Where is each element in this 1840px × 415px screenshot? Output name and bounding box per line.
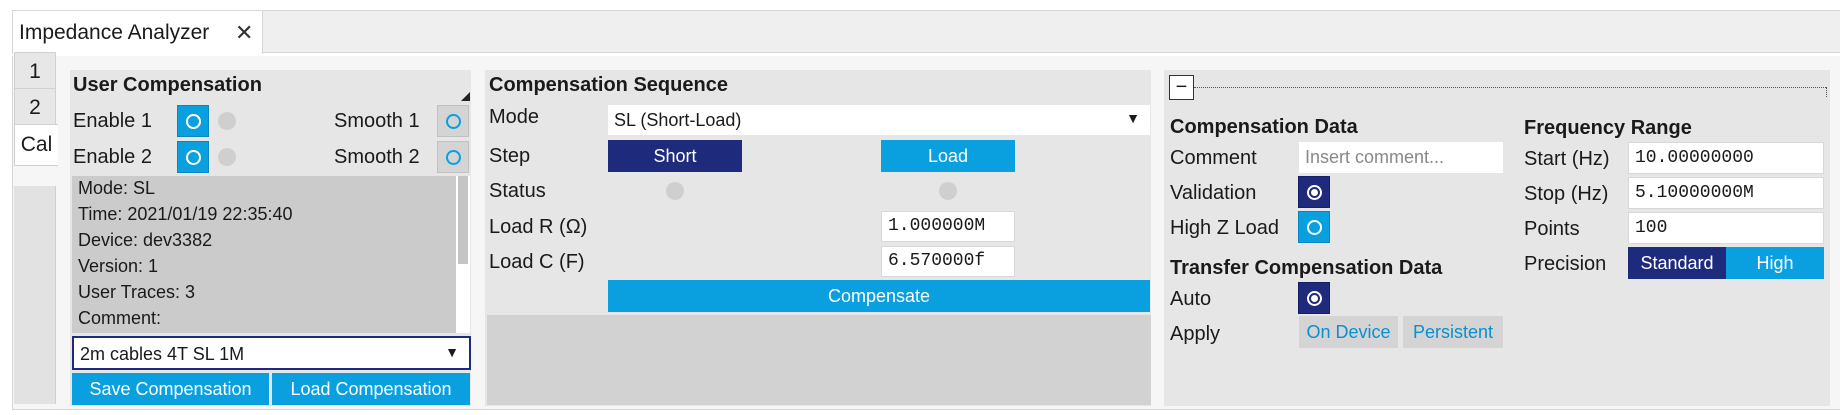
enable2-toggle[interactable] <box>177 141 209 173</box>
start-field[interactable]: 10.00000000 <box>1628 142 1824 174</box>
auto-label: Auto <box>1170 288 1212 310</box>
enable1-toggle[interactable] <box>177 105 209 137</box>
enable2-label: Enable 2 <box>73 146 152 168</box>
load-c-label: Load C (F) <box>489 251 585 273</box>
status-label: Status <box>489 180 546 202</box>
collapse-button[interactable]: − <box>1169 75 1194 100</box>
tab-impedance-analyzer[interactable]: Impedance Analyzer ✕ <box>12 10 263 54</box>
status-short-led <box>666 182 684 200</box>
step-label: Step <box>489 145 531 167</box>
mode-label: Mode <box>489 106 540 128</box>
info-device: Device: dev3382 <box>78 230 213 250</box>
section-divider <box>1194 87 1826 88</box>
toggle-dot-icon <box>1311 189 1318 196</box>
info-mode: Mode: SL <box>78 178 156 198</box>
vtab-filler <box>14 186 56 404</box>
validation-toggle[interactable] <box>1298 176 1330 208</box>
smooth2-toggle[interactable] <box>437 141 469 173</box>
comment-input[interactable]: Insert comment... <box>1299 142 1503 173</box>
vtab-2[interactable]: 2 <box>14 88 56 128</box>
validation-label: Validation <box>1170 182 1257 204</box>
apply-label: Apply <box>1170 323 1221 345</box>
load-r-field[interactable]: 1.000000M <box>881 211 1015 242</box>
enable1-label: Enable 1 <box>73 110 152 132</box>
user-compensation-title: User Compensation <box>73 74 262 96</box>
precision-high-button[interactable]: High <box>1726 247 1824 279</box>
smooth2-label: Smooth 2 <box>334 146 420 168</box>
transfer-title: Transfer Compensation Data <box>1170 257 1443 279</box>
dropdown-arrow-icon: ▼ <box>445 344 459 360</box>
on-device-button[interactable]: On Device <box>1299 316 1398 348</box>
compensation-data-title: Compensation Data <box>1170 116 1358 138</box>
step-load-button[interactable]: Load <box>881 140 1015 172</box>
high-z-load-label: High Z Load <box>1170 217 1279 239</box>
resize-grip-icon[interactable] <box>461 92 470 101</box>
load-c-field[interactable]: 6.570000f <box>881 246 1015 277</box>
enable1-led <box>218 112 236 130</box>
close-icon[interactable]: ✕ <box>235 20 253 46</box>
section-divider-end <box>1826 87 1827 97</box>
info-version: Version: 1 <box>78 256 159 276</box>
load-compensation-button[interactable]: Load Compensation <box>272 373 470 405</box>
load-r-label: Load R (Ω) <box>489 216 588 238</box>
points-label: Points <box>1524 218 1580 240</box>
mode-value: SL (Short-Load) <box>614 110 742 130</box>
frequency-range-title: Frequency Range <box>1524 117 1692 139</box>
vtab-1[interactable]: 1 <box>14 52 56 92</box>
scrollbar-thumb[interactable] <box>458 176 468 264</box>
stop-field[interactable]: 5.10000000M <box>1628 177 1824 209</box>
status-load-led <box>939 182 957 200</box>
points-field[interactable]: 100 <box>1628 212 1824 244</box>
auto-toggle[interactable] <box>1298 282 1330 314</box>
compensation-file-value: 2m cables 4T SL 1M <box>80 344 245 364</box>
tab-title: Impedance Analyzer <box>19 21 210 44</box>
compensation-file-select[interactable]: 2m cables 4T SL 1M ▼ <box>72 336 471 370</box>
comment-label: Comment <box>1170 147 1257 169</box>
save-compensation-button[interactable]: Save Compensation <box>72 373 269 405</box>
sequence-graphics-area <box>487 315 1151 405</box>
compensation-info-box: Mode: SL Time: 2021/01/19 22:35:40 Devic… <box>72 176 470 333</box>
start-label: Start (Hz) <box>1524 148 1610 170</box>
toggle-ring-icon <box>1307 220 1322 235</box>
info-user-traces: User Traces: 3 <box>78 282 196 302</box>
compensate-button[interactable]: Compensate <box>608 280 1150 312</box>
info-comment: Comment: <box>78 308 162 328</box>
precision-standard-button[interactable]: Standard <box>1628 247 1726 279</box>
stop-label: Stop (Hz) <box>1524 183 1609 205</box>
compensation-sequence-title: Compensation Sequence <box>489 74 728 96</box>
step-short-button[interactable]: Short <box>608 140 742 172</box>
enable2-led <box>218 148 236 166</box>
smooth1-toggle[interactable] <box>437 105 469 137</box>
mode-select[interactable]: SL (Short-Load) ▼ <box>608 105 1150 135</box>
precision-label: Precision <box>1524 253 1607 275</box>
tab-strip <box>12 10 1840 53</box>
dropdown-arrow-icon: ▼ <box>1126 110 1140 126</box>
toggle-ring-icon <box>186 150 201 165</box>
smooth1-label: Smooth 1 <box>334 110 420 132</box>
vtab-cal[interactable]: Cal <box>14 124 58 166</box>
scrollbar-track[interactable] <box>456 176 470 333</box>
toggle-dot-icon <box>1311 295 1318 302</box>
info-time: Time: 2021/01/19 22:35:40 <box>78 204 293 224</box>
high-z-load-toggle[interactable] <box>1298 211 1330 243</box>
persistent-button[interactable]: Persistent <box>1403 316 1503 348</box>
toggle-ring-icon <box>446 114 461 129</box>
toggle-ring-icon <box>446 150 461 165</box>
toggle-ring-icon <box>186 114 201 129</box>
